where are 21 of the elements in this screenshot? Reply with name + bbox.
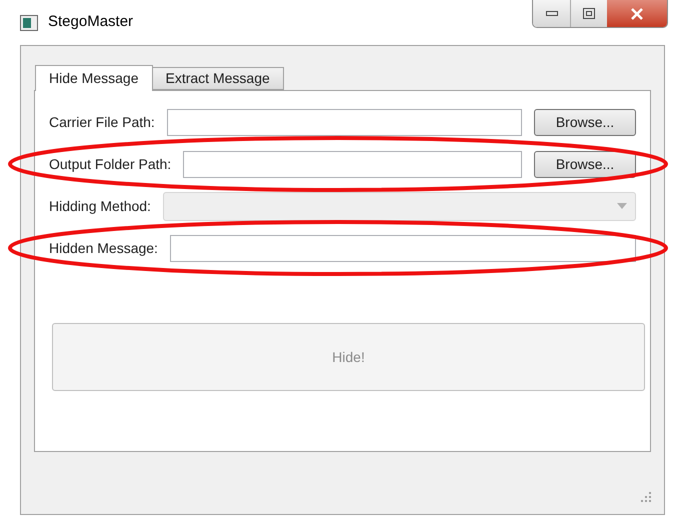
tab[interactable]: Extract Message [152, 67, 284, 90]
path-field[interactable] [183, 150, 522, 178]
field-label: Hidden Message: [49, 238, 158, 258]
field-label: Hidding Method: [49, 196, 151, 216]
resize-grip-icon [641, 492, 651, 502]
minimize-icon [546, 10, 558, 16]
dropdown-arrow-icon [617, 203, 627, 209]
window-title: StegoMaster [48, 12, 134, 32]
maximize-button[interactable] [571, 0, 607, 27]
close-icon [630, 8, 644, 20]
close-button[interactable] [607, 0, 667, 27]
message-field[interactable] [170, 234, 636, 262]
field-label: Carrier File Path: [49, 112, 155, 132]
browse-button[interactable]: Browse... [534, 108, 636, 136]
restore-icon [583, 8, 595, 19]
browse-button[interactable]: Browse... [534, 150, 636, 178]
path-field[interactable] [166, 108, 522, 136]
tab[interactable]: Hide Message [35, 65, 152, 91]
field-label: Output Folder Path: [49, 154, 172, 174]
minimize-button[interactable] [533, 0, 571, 27]
app-icon [20, 14, 38, 30]
